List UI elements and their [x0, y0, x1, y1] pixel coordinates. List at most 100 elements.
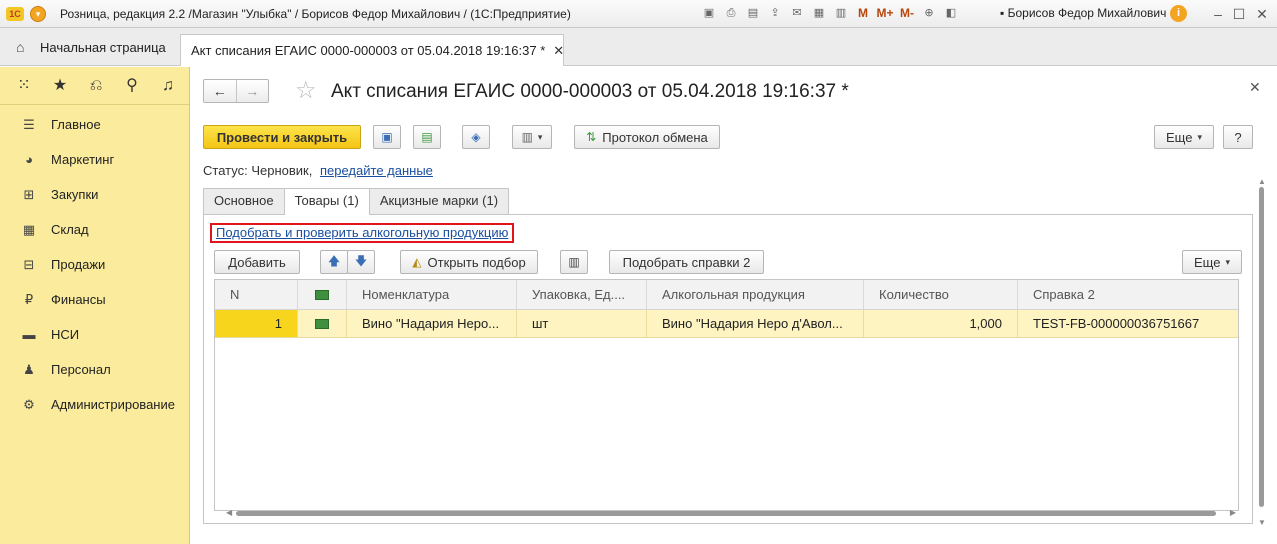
- sidebar-item-warehouse[interactable]: ▦ Склад: [0, 212, 189, 247]
- form-vertical-scrollbar[interactable]: ▲ ▼: [1258, 177, 1266, 527]
- goods-more-label: Еще: [1194, 254, 1221, 270]
- sidebar-item-sales[interactable]: ⊟ Продажи: [0, 247, 189, 282]
- preview-icon[interactable]: ▤: [744, 4, 762, 22]
- scroll-up-icon[interactable]: ▲: [1258, 177, 1266, 186]
- scroll-down-icon[interactable]: ▼: [1258, 518, 1266, 527]
- move-up-button[interactable]: 🡅: [320, 250, 348, 274]
- sidebar-item-main[interactable]: ☰ Главное: [0, 107, 189, 142]
- goods-table: N Номенклатура Упаковка, Ед.... Алкоголь…: [214, 279, 1239, 511]
- barcode-button[interactable]: ▥: [560, 250, 588, 274]
- calendar-icon[interactable]: ▥: [832, 4, 850, 22]
- maximize-button[interactable]: ☐: [1229, 4, 1249, 24]
- tab-document[interactable]: Акт списания ЕГАИС 0000-000003 от 05.04.…: [180, 34, 564, 66]
- col-qty[interactable]: Количество: [864, 280, 1018, 309]
- forward-button[interactable]: →: [235, 80, 269, 102]
- tab-excise-marks[interactable]: Акцизные марки (1): [368, 188, 510, 214]
- sidebar-item-admin[interactable]: ⚙ Администрирование: [0, 387, 189, 422]
- search-icon[interactable]: ⚲: [122, 76, 142, 96]
- cell-alcohol[interactable]: Вино "Надария Неро д'Авол...: [647, 310, 864, 337]
- sidebar-item-staff[interactable]: ♟ Персонал: [0, 352, 189, 387]
- sidebar-item-marketing[interactable]: ◕ Маркетинг: [0, 142, 189, 177]
- cell-cert[interactable]: TEST-FB-000000036751667: [1018, 310, 1238, 337]
- tab-home[interactable]: ⌂ Начальная страница: [0, 28, 178, 66]
- more-label: Еще: [1166, 129, 1193, 145]
- col-n[interactable]: N: [215, 280, 298, 309]
- print-icon[interactable]: ⎙: [722, 4, 740, 22]
- table-horizontal-scrollbar[interactable]: ◀ ▶: [226, 508, 1236, 517]
- form-tabs: Основное Товары (1) Акцизные марки (1): [203, 188, 510, 215]
- close-form-icon[interactable]: ✕: [1249, 79, 1261, 96]
- window-title: Розница, редакция 2.2 /Магазин "Улыбка" …: [60, 6, 571, 21]
- table-row[interactable]: 1 Вино "Надария Неро... шт Вино "Надария…: [215, 310, 1238, 338]
- history-icon[interactable]: ⎌: [86, 76, 106, 96]
- email-icon[interactable]: ✉: [788, 4, 806, 22]
- post-button[interactable]: ▤: [413, 125, 441, 149]
- cell-pack[interactable]: шт: [517, 310, 647, 337]
- more-button[interactable]: Еще ▾: [1154, 125, 1214, 149]
- back-button[interactable]: ←: [204, 80, 236, 102]
- current-user[interactable]: ▪ Борисов Федор Михайлович: [1000, 6, 1166, 20]
- pick-certificates-button[interactable]: Подобрать справки 2: [609, 250, 764, 274]
- cell-excise[interactable]: [298, 310, 347, 337]
- col-alcohol[interactable]: Алкогольная продукция: [647, 280, 864, 309]
- save-button[interactable]: ▣: [373, 125, 401, 149]
- cart-icon: ⊞: [23, 186, 35, 202]
- memory-plus-button[interactable]: M+: [876, 4, 894, 22]
- pick-and-check-alcohol-link[interactable]: Подобрать и проверить алкогольную продук…: [210, 223, 514, 243]
- scroll-thumb[interactable]: [1259, 187, 1264, 507]
- favorite-star-icon[interactable]: ☆: [295, 77, 317, 105]
- minimize-button[interactable]: –: [1208, 4, 1228, 24]
- close-window-button[interactable]: ✕: [1252, 4, 1272, 24]
- tab-main[interactable]: Основное: [203, 188, 285, 214]
- exchange-log-button[interactable]: ⇅ Протокол обмена: [574, 125, 720, 149]
- cell-n[interactable]: 1: [215, 310, 298, 337]
- sidebar-item-label: Финансы: [51, 292, 106, 307]
- print-menu-button[interactable]: ▥ ▾: [512, 125, 552, 149]
- cell-item[interactable]: Вино "Надария Неро...: [347, 310, 517, 337]
- sidebar-item-purchases[interactable]: ⊞ Закупки: [0, 177, 189, 212]
- post-and-close-button[interactable]: Провести и закрыть: [203, 125, 361, 149]
- sidebar-item-label: НСИ: [51, 327, 80, 342]
- help-button[interactable]: ?: [1223, 125, 1253, 149]
- tab-goods[interactable]: Товары (1): [283, 188, 370, 215]
- send-data-link[interactable]: передайте данные: [320, 163, 433, 178]
- info-icon[interactable]: i: [1170, 5, 1187, 22]
- col-excise[interactable]: [298, 280, 347, 309]
- exchange-icon: ⇅: [586, 130, 597, 144]
- scroll-left-icon[interactable]: ◀: [226, 508, 232, 517]
- upload-icon[interactable]: ⇪: [766, 4, 784, 22]
- move-down-button[interactable]: 🡇: [347, 250, 375, 274]
- star-icon[interactable]: ★: [50, 76, 70, 96]
- sidebar-item-nsi[interactable]: ▬ НСИ: [0, 317, 189, 352]
- sidebar-sections: ☰ Главное ◕ Маркетинг ⊞ Закупки ▦ Склад ⊟ Про…: [0, 105, 189, 422]
- panel-icon[interactable]: ◧: [942, 4, 960, 22]
- titlebar-tools: ▣ ⎙ ▤ ⇪ ✉ ▦ ▥ M M+ M- ⊕ ◧: [700, 4, 960, 22]
- add-button[interactable]: Добавить: [214, 250, 300, 274]
- chevron-down-icon: ▾: [1197, 131, 1202, 142]
- sidebar-item-label: Главное: [51, 117, 101, 132]
- open-picker-button[interactable]: ◭ Открыть подбор: [400, 250, 538, 274]
- scroll-right-icon[interactable]: ▶: [1230, 508, 1236, 517]
- tab-close-icon[interactable]: ✕: [553, 43, 564, 59]
- create-based-button[interactable]: ◈: [462, 125, 490, 149]
- col-item[interactable]: Номенклатура: [347, 280, 517, 309]
- scroll-thumb[interactable]: [236, 511, 1216, 516]
- zoom-icon[interactable]: ⊕: [920, 4, 938, 22]
- cell-qty[interactable]: 1,000: [864, 310, 1018, 337]
- main-menu-button[interactable]: ▾: [30, 5, 46, 22]
- calculator-icon[interactable]: ▦: [810, 4, 828, 22]
- col-cert[interactable]: Справка 2: [1018, 280, 1238, 309]
- col-pack[interactable]: Упаковка, Ед....: [517, 280, 647, 309]
- chevron-down-icon: ▾: [537, 131, 543, 142]
- memory-m-button[interactable]: M: [854, 4, 872, 22]
- sidebar-item-label: Закупки: [51, 187, 99, 202]
- bell-icon[interactable]: ♫: [158, 76, 178, 96]
- person-icon: ♟: [23, 361, 35, 377]
- memory-minus-button[interactable]: M-: [898, 4, 916, 22]
- goods-more-button[interactable]: Еще ▾: [1182, 250, 1242, 274]
- sidebar-item-label: Персонал: [51, 362, 111, 377]
- grid-icon[interactable]: ⁙: [14, 76, 34, 96]
- sidebar-item-finance[interactable]: ₽ Финансы: [0, 282, 189, 317]
- sidebar-toolbar: ⁙ ★ ⎌ ⚲ ♫: [0, 67, 189, 105]
- save-icon[interactable]: ▣: [700, 4, 718, 22]
